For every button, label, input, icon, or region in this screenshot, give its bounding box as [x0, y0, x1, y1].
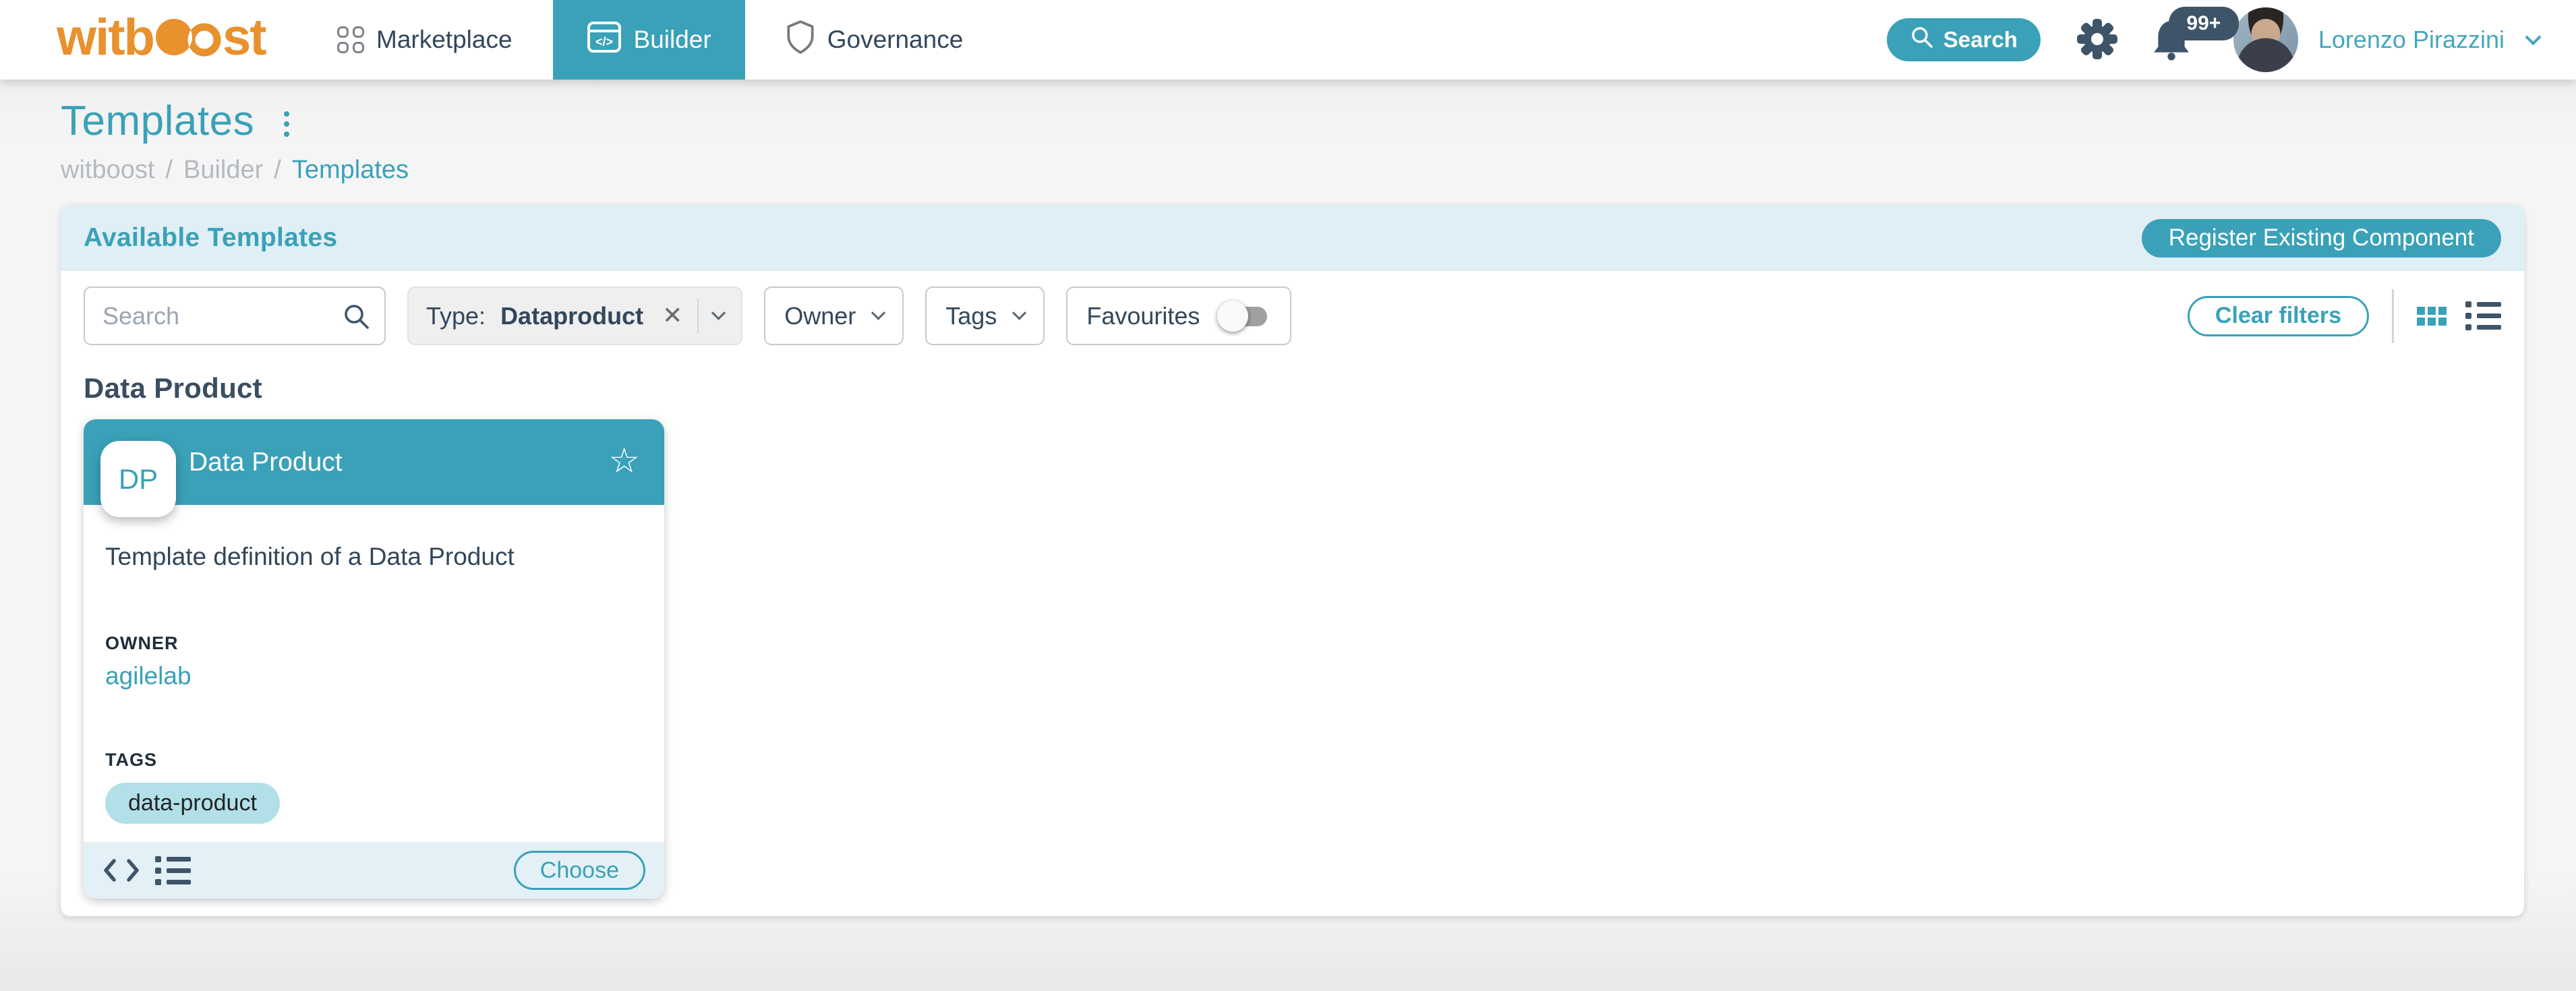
template-card-footer: Choose	[84, 842, 664, 899]
grid-icon	[337, 26, 364, 53]
settings-button[interactable]	[2076, 18, 2119, 63]
search-icon	[1910, 25, 1934, 55]
svg-text:</>: </>	[595, 35, 613, 49]
owner-filter-dropdown[interactable]: Owner	[764, 287, 904, 345]
template-card: DP Data Product ☆ Template definition of…	[84, 419, 664, 899]
notifications-button[interactable]: 99+	[2151, 18, 2192, 63]
divider	[2392, 289, 2394, 343]
owner-label: OWNER	[105, 633, 643, 654]
global-search-button[interactable]: Search	[1887, 18, 2041, 61]
breadcrumb: witboost / Builder / Templates	[61, 156, 2524, 185]
list-view-icon[interactable]	[2465, 301, 2501, 330]
template-description: Template definition of a Data Product	[105, 543, 643, 571]
template-card-header: DP Data Product ☆	[84, 419, 664, 505]
builder-window-icon: </>	[587, 20, 622, 61]
nav-item-governance[interactable]: Governance	[786, 20, 964, 61]
type-filter-value: Dataproduct	[500, 302, 643, 330]
chevron-down-icon	[1012, 306, 1026, 320]
grid-view-icon[interactable]	[2417, 307, 2447, 326]
user-name[interactable]: Lorenzo Pirazzini	[2318, 26, 2505, 54]
view-controls: Clear filters	[2188, 289, 2501, 343]
details-list-icon[interactable]	[155, 856, 191, 885]
template-initials-badge: DP	[100, 441, 176, 517]
template-card-body: Template definition of a Data Product OW…	[84, 505, 664, 842]
breadcrumb-builder[interactable]: Builder	[183, 156, 263, 185]
navbar-right-cluster: Search	[1887, 7, 2539, 72]
panel-header: Available Templates Register Existing Co…	[61, 205, 2524, 271]
svg-text:st: st	[223, 9, 266, 66]
divider	[697, 299, 699, 334]
tag-chip: data-product	[105, 783, 280, 824]
favourites-toggle[interactable]	[1217, 300, 1271, 332]
breadcrumb-templates: Templates	[292, 156, 409, 185]
breadcrumb-separator: /	[274, 156, 281, 185]
filter-toolbar: Type: Dataproduct ✕ Owner Tags Favourite…	[61, 271, 2524, 345]
type-filter-chip[interactable]: Type: Dataproduct ✕	[407, 287, 742, 345]
witboost-logo-art: witb st	[55, 6, 278, 73]
breadcrumb-witboost[interactable]: witboost	[61, 156, 154, 185]
notification-count-badge: 99+	[2169, 7, 2239, 40]
tags-label: TAGS	[105, 750, 643, 771]
kebab-menu-icon[interactable]	[284, 111, 289, 137]
close-icon[interactable]: ✕	[662, 302, 682, 330]
template-card-title: Data Product	[189, 448, 343, 477]
witboost-logo[interactable]: witb st	[55, 6, 278, 73]
owner-link[interactable]: agilelab	[105, 662, 192, 690]
nav-item-marketplace[interactable]: Marketplace	[337, 26, 513, 54]
chevron-down-icon[interactable]	[711, 306, 726, 320]
section-title: Data Product	[84, 372, 2524, 404]
tags-filter-dropdown[interactable]: Tags	[925, 287, 1045, 345]
search-input[interactable]	[84, 287, 386, 345]
clear-filters-button[interactable]: Clear filters	[2188, 296, 2369, 336]
gear-icon	[2076, 18, 2119, 63]
nav-item-label: Governance	[827, 26, 964, 54]
svg-text:witb: witb	[56, 9, 154, 66]
top-navbar: witb st Marketplace </> Builder Governan…	[0, 0, 2576, 80]
page-content: Templates witboost / Builder / Templates…	[0, 97, 2576, 916]
shield-icon	[786, 20, 815, 61]
template-search	[84, 287, 386, 345]
register-existing-component-button[interactable]: Register Existing Component	[2142, 219, 2501, 258]
type-filter-prefix: Type:	[426, 302, 486, 330]
chevron-down-icon	[871, 306, 885, 320]
choose-button[interactable]: Choose	[514, 851, 645, 890]
panel-title: Available Templates	[84, 223, 337, 253]
favourites-filter: Favourites	[1066, 287, 1291, 345]
page-title: Templates	[61, 97, 254, 145]
nav-item-label: Marketplace	[376, 26, 513, 54]
nav-item-builder[interactable]: </> Builder	[553, 0, 745, 80]
code-icon[interactable]	[103, 856, 140, 884]
chevron-down-icon[interactable]	[2525, 29, 2541, 45]
avatar[interactable]	[2233, 7, 2298, 72]
breadcrumb-separator: /	[165, 156, 173, 185]
templates-panel: Available Templates Register Existing Co…	[61, 205, 2524, 916]
search-icon	[343, 303, 371, 331]
nav-item-label: Builder	[634, 26, 711, 54]
favourite-star-icon[interactable]: ☆	[608, 443, 640, 478]
